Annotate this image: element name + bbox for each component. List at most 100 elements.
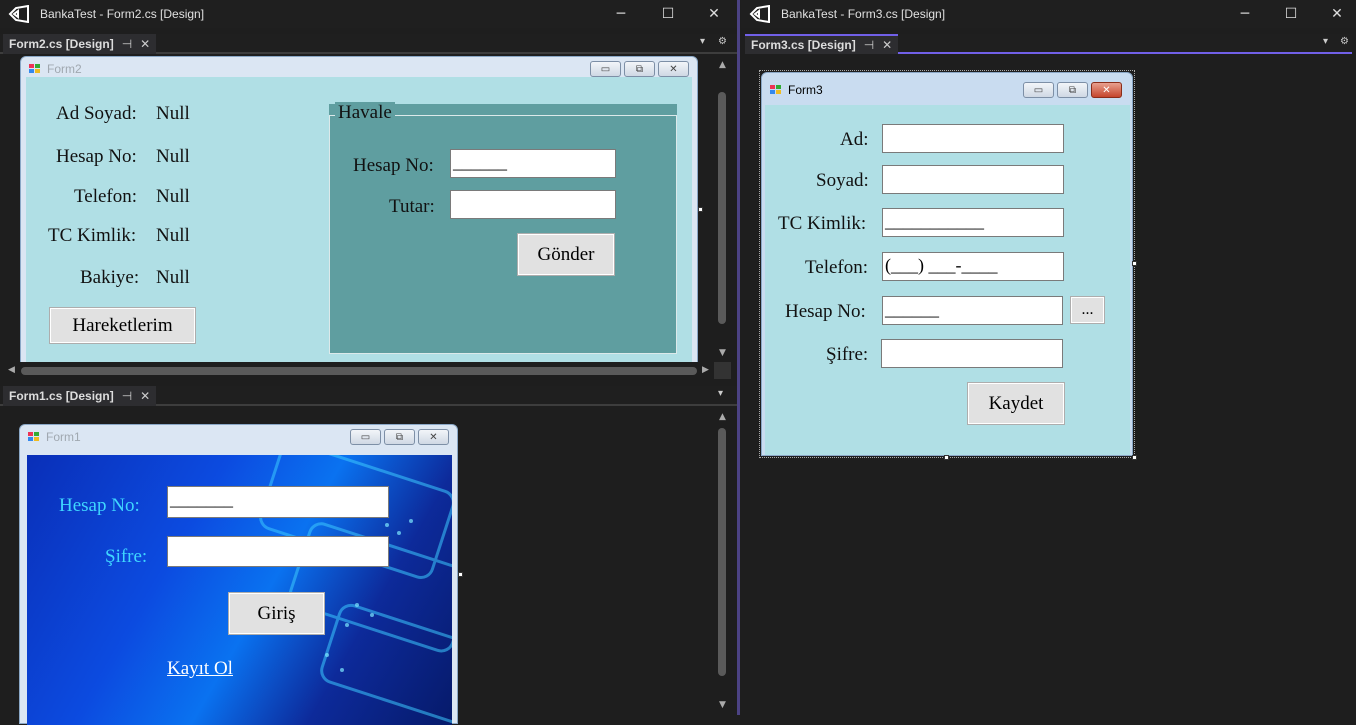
window-divider [737,0,740,715]
form2-window[interactable]: Form2 ▭ ⧉ ✕ Ad Soyad: Null Hesap No: Nul… [20,56,698,376]
close-tab-icon[interactable]: ✕ [140,389,150,403]
sifre-field[interactable] [881,339,1063,368]
pin-icon[interactable]: ⊣ [122,37,132,51]
form-close-button[interactable]: ✕ [1091,82,1122,98]
gear-icon[interactable]: ⚙ [1340,36,1349,47]
form2-tab-bar: Form2.cs [Design] ⊣ ✕ ▾ ⚙ [0,34,737,54]
minimize-icon[interactable]: ─ [598,0,644,28]
maximize-icon[interactable]: ☐ [1268,0,1314,28]
label-telefon: Telefon: [74,186,138,207]
form-maximize-button[interactable]: ⧉ [1057,82,1088,98]
giris-button[interactable]: Giriş [228,592,325,635]
scroll-down-icon[interactable]: ▼ [714,700,731,710]
label-tc-kimlik: TC Kimlik: [48,225,137,246]
form2-horizontal-scrollbar[interactable]: ◀ ▶ [3,362,714,379]
form1-sifre-label: Şifre: [105,546,148,567]
form3-title: Form3 [788,83,823,97]
close-tab-icon[interactable]: ✕ [882,38,892,52]
resize-handle[interactable] [458,572,463,577]
tab-form3-design[interactable]: Form3.cs [Design] ⊣ ✕ [745,34,899,54]
value-telefon: Null [156,186,190,207]
pin-icon[interactable]: ⊣ [864,38,874,52]
label-telefon: Telefon: [805,257,869,278]
form1-sifre-field[interactable] [167,536,389,567]
tab-dropdown-icon[interactable]: ▾ [1323,36,1328,47]
havale-hesap-no-field[interactable]: ______ [450,149,616,178]
tab-form2-design[interactable]: Form2.cs [Design] ⊣ ✕ [3,34,157,54]
resize-handle-corner[interactable] [1132,455,1137,460]
form1-vertical-scrollbar[interactable]: ▲ ▼ [714,408,731,715]
scroll-h-thumb[interactable] [21,367,697,375]
soyad-field[interactable] [882,165,1064,194]
form3-window[interactable]: Form3 ▭ ⧉ ✕ Ad: Soyad: TC Kimlik: ______… [761,72,1133,456]
form1-title: Form1 [46,430,81,444]
tab-label: Form1.cs [Design] [9,389,114,403]
form1-hesap-no-field[interactable]: _______ [167,486,389,518]
kayit-ol-link[interactable]: Kayıt Ol [167,658,233,680]
tc-kimlik-field[interactable]: ___________ [882,208,1064,237]
form-maximize-button[interactable]: ⧉ [624,61,655,77]
form3-designer-surface: Form3 ▭ ⧉ ✕ Ad: Soyad: TC Kimlik: ______… [745,56,1356,715]
label-hesap-no: Hesap No: [785,301,866,322]
close-icon[interactable]: ✕ [691,0,737,28]
havale-tutar-field[interactable] [450,190,616,219]
form-app-icon [28,432,40,442]
scroll-up-icon[interactable]: ▲ [714,412,731,422]
visual-studio-logo-icon [8,5,29,23]
pin-icon[interactable]: ⊣ [122,389,132,403]
close-tab-icon[interactable]: ✕ [140,37,150,51]
form1-client-area: Hesap No: _______ Şifre: Giriş Kayıt Ol [27,455,452,725]
gonder-button[interactable]: Gönder [517,233,615,276]
right-ide-window: BankaTest - Form3.cs [Design] ─ ☐ ✕ Form… [741,0,1356,715]
form1-window[interactable]: Form1 ▭ ⧉ ✕ Hesap No: _______ Şifre: Gir… [19,424,458,725]
label-bakiye: Bakiye: [80,267,140,288]
label-sifre: Şifre: [826,344,869,365]
form3-client-area: Ad: Soyad: TC Kimlik: ___________ Telefo… [765,105,1130,455]
minimize-icon[interactable]: ─ [1222,0,1268,28]
havale-title: Havale [335,102,395,124]
havale-groupbox: Havale Hesap No: ______ Tutar: Gönder [329,102,677,354]
browse-button[interactable]: ... [1070,296,1105,324]
window-title: BankaTest - Form2.cs [Design] [40,7,205,21]
close-icon[interactable]: ✕ [1314,0,1356,28]
kaydet-button[interactable]: Kaydet [967,382,1065,425]
scroll-down-icon[interactable]: ▼ [714,348,731,358]
form-minimize-button[interactable]: ▭ [590,61,621,77]
form-minimize-button[interactable]: ▭ [1023,82,1054,98]
resize-handle-bottom[interactable] [944,455,949,460]
form-maximize-button[interactable]: ⧉ [384,429,415,445]
form2-client-area: Ad Soyad: Null Hesap No: Null Telefon: N… [26,77,692,367]
left-ide-window: BankaTest - Form2.cs [Design] ─ ☐ ✕ Form… [0,0,737,725]
tab-form1-design[interactable]: Form1.cs [Design] ⊣ ✕ [3,386,157,406]
scroll-up-icon[interactable]: ▲ [714,60,731,70]
tab-dropdown-icon[interactable]: ▾ [700,36,705,47]
scroll-thumb[interactable] [718,92,726,324]
gear-icon[interactable]: ⚙ [718,36,727,47]
value-ad-soyad: Null [156,103,190,124]
value-tc-kimlik: Null [156,225,190,246]
resize-handle-right[interactable] [1132,261,1137,266]
maximize-icon[interactable]: ☐ [645,0,691,28]
scroll-right-icon[interactable]: ▶ [697,365,714,375]
hesap-no-field[interactable]: ______ [882,296,1063,325]
form-minimize-button[interactable]: ▭ [350,429,381,445]
scroll-left-icon[interactable]: ◀ [3,365,20,375]
label-ad-soyad: Ad Soyad: [56,103,137,124]
resize-handle[interactable] [698,207,703,212]
tab-dropdown-icon[interactable]: ▾ [718,388,723,399]
value-bakiye: Null [156,267,190,288]
form1-hesap-no-label: Hesap No: [59,495,140,516]
form1-designer-surface: Form1 ▭ ⧉ ✕ Hesap No: _______ Şifre: Gir… [3,408,714,725]
form-app-icon [770,85,782,95]
form2-vertical-scrollbar[interactable]: ▲ ▼ [714,56,731,362]
ad-field[interactable] [882,124,1064,153]
form2-designer-surface: Form2 ▭ ⧉ ✕ Ad Soyad: Null Hesap No: Nul… [3,56,714,376]
form-app-icon [29,64,41,74]
label-hesap-no: Hesap No: [56,146,137,167]
telefon-field[interactable]: (___) ___-____ [882,252,1064,281]
form-close-button[interactable]: ✕ [658,61,689,77]
form1-tab-bar: Form1.cs [Design] ⊣ ✕ ▾ [0,386,737,406]
scroll-thumb[interactable] [718,428,726,676]
form-close-button[interactable]: ✕ [418,429,449,445]
hareketlerim-button[interactable]: Hareketlerim [49,307,196,344]
